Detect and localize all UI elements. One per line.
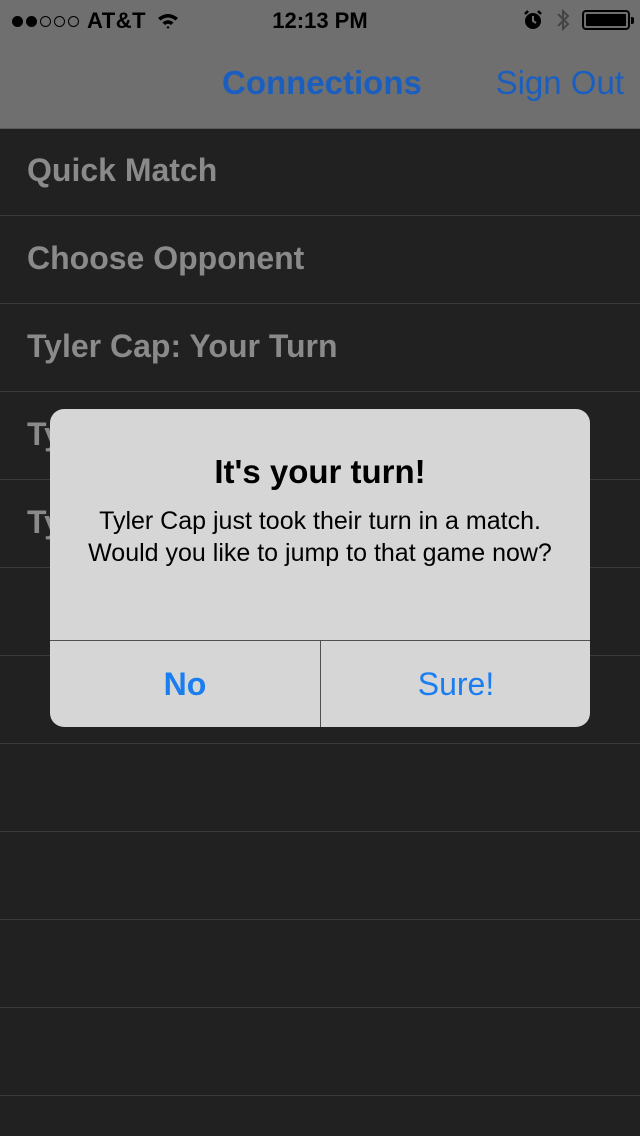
- list-item: [0, 744, 640, 832]
- connections-button[interactable]: Connections: [222, 64, 422, 102]
- sure-button[interactable]: Sure!: [321, 641, 590, 727]
- list-item-label: Quick Match: [27, 152, 218, 188]
- alert-title: It's your turn!: [214, 453, 426, 490]
- list-item-label: Tyler Cap: Your Turn: [27, 328, 338, 364]
- list-item: [0, 832, 640, 920]
- alarm-icon: [524, 10, 542, 29]
- bluetooth-icon: [557, 8, 570, 32]
- list-item-label: Choose Opponent: [27, 240, 305, 276]
- screen: AT&T 12:13 PM Connections Sign Out Quick…: [0, 0, 640, 1136]
- no-button[interactable]: No: [50, 641, 320, 727]
- sign-out-button[interactable]: Sign Out: [496, 64, 624, 102]
- status-bar: AT&T 12:13 PM: [0, 0, 640, 40]
- list-item: [0, 920, 640, 1008]
- navigation-bar: Connections Sign Out: [0, 40, 640, 129]
- list-item-match[interactable]: Tyler Cap: Your Turn: [0, 304, 640, 392]
- status-right: [522, 8, 634, 32]
- battery-tip: [631, 17, 634, 24]
- battery-icon: [582, 10, 634, 30]
- list-item-quick-match[interactable]: Quick Match: [0, 128, 640, 216]
- list-item-choose-opponent[interactable]: Choose Opponent: [0, 216, 640, 304]
- alert-message: Tyler Cap just took their turn in a matc…: [88, 507, 552, 567]
- battery-level: [586, 14, 626, 26]
- list-item: [0, 1008, 640, 1096]
- turn-alert-dialog: It's your turn! Tyler Cap just took thei…: [50, 409, 590, 727]
